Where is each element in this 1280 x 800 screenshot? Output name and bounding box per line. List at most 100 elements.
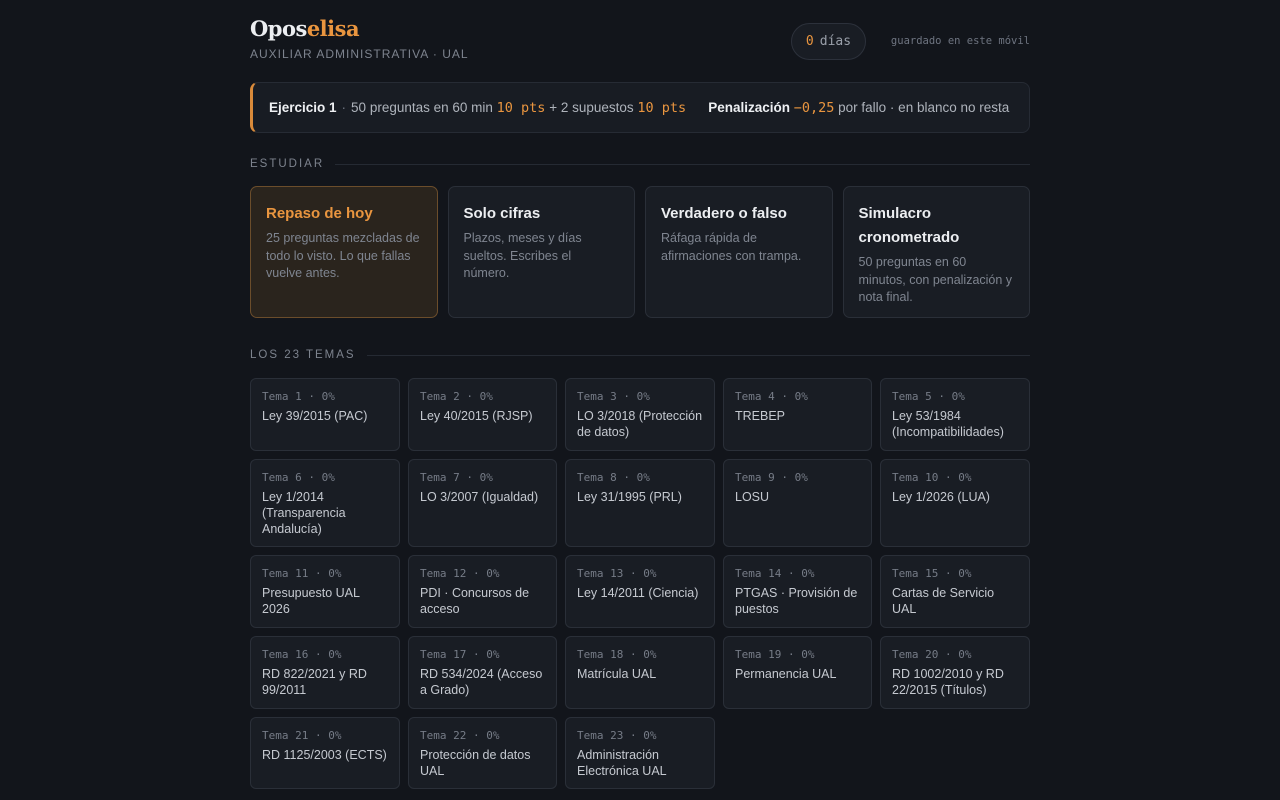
exercise-cases: + 2 supuestos — [549, 100, 634, 115]
app-subtitle: AUXILIAR ADMINISTRATIVA · UAL — [250, 47, 469, 61]
topic-card-21[interactable]: Tema 21 · 0% RD 1125/2003 (ECTS) — [250, 717, 400, 789]
topic-card-19[interactable]: Tema 19 · 0% Permanencia UAL — [723, 636, 872, 709]
topic-number: Tema 17 · 0% — [420, 648, 500, 661]
topic-card-3[interactable]: Tema 3 · 0% LO 3/2018 (Protección de dato… — [565, 378, 715, 451]
topic-name: TREBEP — [735, 409, 786, 423]
mode-desc: 50 preguntas en 60 minutos, con penaliza… — [858, 255, 1013, 304]
topic-card-15[interactable]: Tema 15 · 0% Cartas de Servicio UAL — [880, 555, 1030, 628]
exercise-info-bar: Ejercicio 1 · 50 preguntas en 60 min 10 … — [250, 82, 1030, 133]
topic-name: Cartas de Servicio UAL — [892, 586, 995, 616]
topic-number: Tema 23 · 0% — [577, 729, 657, 742]
topic-name: Ley 40/2015 (RJSP) — [420, 409, 533, 423]
topics-grid: Tema 1 · 0% Ley 39/2015 (PAC) Tema 2 · 0% L… — [250, 378, 1030, 789]
topic-number: Tema 8 · 0% — [577, 471, 650, 484]
app-logo: Oposelisa — [250, 16, 360, 41]
topic-number: Tema 11 · 0% — [262, 567, 342, 580]
mode-desc: Ráfaga rápida de afirmaciones con trampa… — [661, 231, 802, 263]
topic-card-8[interactable]: Tema 8 · 0% Ley 31/1995 (PRL) — [565, 459, 715, 547]
topic-card-10[interactable]: Tema 10 · 0% Ley 1/2026 (LUA) — [880, 459, 1030, 547]
topic-card-14[interactable]: Tema 14 · 0% PTGAS · Provisión de puestos — [723, 555, 872, 628]
topic-card-1[interactable]: Tema 1 · 0% Ley 39/2015 (PAC) — [250, 378, 400, 451]
mode-card-numbers-only[interactable]: Solo cifras Plazos, meses y días sueltos… — [447, 186, 635, 318]
topic-name: RD 822/2021 y RD 99/2011 — [262, 667, 367, 697]
questions-points: 10 pts — [496, 99, 546, 116]
mode-desc: Plazos, meses y días sueltos. Escribes e… — [463, 231, 582, 280]
topic-card-9[interactable]: Tema 9 · 0% LOSU — [723, 459, 872, 547]
study-modes: Repaso de hoy 25 preguntas mezcladas de … — [250, 186, 1030, 318]
topics-section-heading: LOS 23 TEMAS — [250, 349, 1030, 361]
topic-name: RD 1125/2003 (ECTS) — [262, 748, 387, 762]
topic-card-2[interactable]: Tema 2 · 0% Ley 40/2015 (RJSP) — [408, 378, 557, 451]
topic-card-16[interactable]: Tema 16 · 0% RD 822/2021 y RD 99/2011 — [250, 636, 400, 709]
divider — [335, 163, 1030, 165]
topic-card-7[interactable]: Tema 7 · 0% LO 3/2007 (Igualdad) — [408, 459, 557, 547]
topic-number: Tema 12 · 0% — [420, 567, 500, 580]
divider — [366, 354, 1030, 356]
topic-number: Tema 9 · 0% — [735, 471, 808, 484]
topic-name: Ley 1/2026 (LUA) — [892, 490, 990, 504]
mode-card-daily-review[interactable]: Repaso de hoy 25 preguntas mezcladas de … — [250, 186, 438, 318]
streak-days-badge: 0 días — [791, 23, 866, 60]
topic-card-20[interactable]: Tema 20 · 0% RD 1002/2010 y RD 22/2015 (T… — [880, 636, 1030, 709]
topic-number: Tema 20 · 0% — [892, 648, 972, 661]
penalty-text: por fallo · en blanco no resta — [838, 100, 1010, 115]
topic-card-12[interactable]: Tema 12 · 0% PDI · Concursos de acceso — [408, 555, 557, 628]
days-label: días — [819, 34, 852, 49]
topic-number: Tema 15 · 0% — [892, 567, 972, 580]
penalty-value: −0,25 — [793, 99, 835, 116]
saved-note: guardado en este móvil — [890, 35, 1030, 47]
topic-name: Permanencia UAL — [735, 667, 837, 681]
topic-name: PTGAS · Provisión de puestos — [735, 586, 858, 616]
topic-name: Ley 14/2011 (Ciencia) — [577, 586, 699, 600]
topic-number: Tema 22 · 0% — [420, 729, 500, 742]
topic-name: Protección de datos UAL — [420, 748, 531, 778]
app-container: Oposelisa AUXILIAR ADMINISTRATIVA · UAL … — [250, 0, 1030, 789]
mode-title: Verdadero o falso — [661, 205, 787, 222]
topic-card-22[interactable]: Tema 22 · 0% Protección de datos UAL — [408, 717, 557, 789]
topic-name: Ley 31/1995 (PRL) — [577, 490, 682, 504]
topic-number: Tema 1 · 0% — [262, 390, 335, 403]
topic-name: LO 3/2018 (Protección de datos) — [577, 409, 703, 439]
topic-number: Tema 19 · 0% — [735, 648, 815, 661]
topic-card-5[interactable]: Tema 5 · 0% Ley 53/1984 (Incompatibilidad… — [880, 378, 1030, 451]
topic-card-17[interactable]: Tema 17 · 0% RD 534/2024 (Acceso a Grado) — [408, 636, 557, 709]
exercise-title: Ejercicio 1 — [269, 100, 337, 115]
topic-card-11[interactable]: Tema 11 · 0% Presupuesto UAL 2026 — [250, 555, 400, 628]
topic-name: LOSU — [735, 490, 770, 504]
topic-card-23[interactable]: Tema 23 · 0% Administración Electrónica U… — [565, 717, 715, 789]
topic-card-18[interactable]: Tema 18 · 0% Matrícula UAL — [565, 636, 715, 709]
topic-name: Matrícula UAL — [577, 667, 657, 681]
cases-points: 10 pts — [637, 99, 687, 116]
mode-card-true-false[interactable]: Verdadero o falso Ráfaga rápida de afirm… — [645, 186, 833, 318]
header: Oposelisa AUXILIAR ADMINISTRATIVA · UAL … — [250, 0, 1030, 82]
days-count: 0 — [805, 34, 814, 49]
topic-number: Tema 6 · 0% — [262, 471, 335, 484]
topic-card-6[interactable]: Tema 6 · 0% Ley 1/2014 (Transparencia And… — [250, 459, 400, 547]
mode-title: Repaso de hoy — [266, 205, 373, 222]
topic-number: Tema 16 · 0% — [262, 648, 342, 661]
topic-number: Tema 7 · 0% — [420, 471, 493, 484]
topic-number: Tema 2 · 0% — [420, 390, 493, 403]
topic-card-13[interactable]: Tema 13 · 0% Ley 14/2011 (Ciencia) — [565, 555, 715, 628]
topic-name: RD 1002/2010 y RD 22/2015 (Títulos) — [892, 667, 1004, 697]
topic-number: Tema 21 · 0% — [262, 729, 342, 742]
study-section-heading: ESTUDIAR — [250, 158, 1030, 170]
mode-title: Solo cifras — [463, 205, 541, 222]
topic-name: RD 534/2024 (Acceso a Grado) — [420, 667, 543, 697]
topic-name: Ley 39/2015 (PAC) — [262, 409, 368, 423]
topic-number: Tema 13 · 0% — [577, 567, 657, 580]
exercise-questions: 50 preguntas en 60 min — [351, 100, 493, 115]
topic-name: LO 3/2007 (Igualdad) — [420, 490, 539, 504]
mode-desc: 25 preguntas mezcladas de todo lo visto.… — [266, 231, 420, 280]
mode-card-timed-mock[interactable]: Simulacro cronometrado 50 preguntas en 6… — [842, 186, 1030, 318]
topic-card-4[interactable]: Tema 4 · 0% TREBEP — [723, 378, 872, 451]
topic-number: Tema 4 · 0% — [735, 390, 808, 403]
penalty-label: Penalización — [708, 100, 790, 115]
topic-number: Tema 3 · 0% — [577, 390, 650, 403]
topic-name: Presupuesto UAL 2026 — [262, 586, 360, 616]
mode-title: Simulacro cronometrado — [858, 205, 960, 246]
topic-name: Administración Electrónica UAL — [577, 748, 667, 778]
topic-number: Tema 18 · 0% — [577, 648, 657, 661]
topic-name: PDI · Concursos de acceso — [420, 586, 530, 616]
topic-name: Ley 1/2014 (Transparencia Andalucía) — [262, 490, 346, 536]
